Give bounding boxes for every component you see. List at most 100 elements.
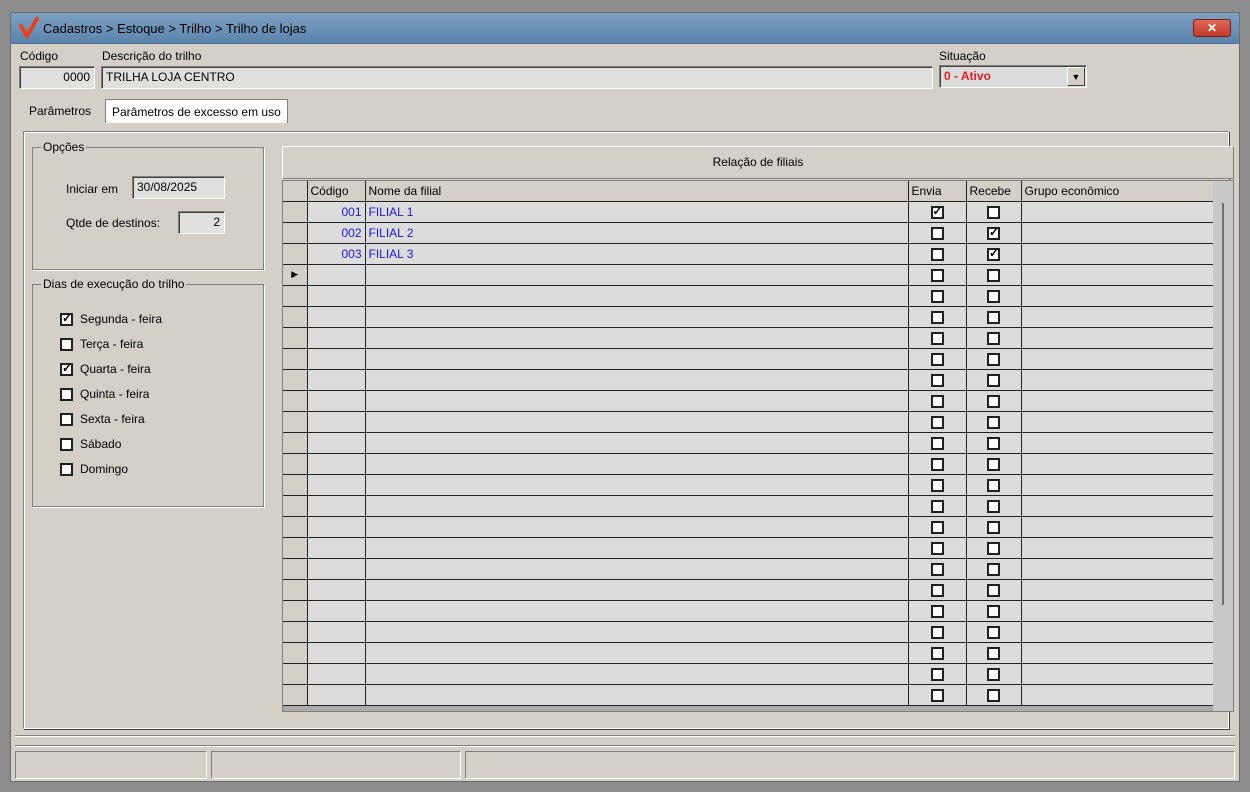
envia-checkbox[interactable] [930,625,944,639]
cell-grupo[interactable] [1021,558,1215,580]
cell-nome[interactable]: FILIAL 2 [365,222,909,244]
cell-codigo[interactable] [307,264,366,286]
table-row[interactable] [283,579,1215,601]
cell-codigo[interactable] [307,537,366,559]
envia-checkbox[interactable] [930,688,944,702]
table-row[interactable] [283,495,1215,517]
recebe-checkbox[interactable] [987,436,1000,450]
cell-nome[interactable] [365,663,909,685]
recebe-checkbox[interactable] [987,520,1000,534]
cell-nome[interactable] [365,264,909,286]
cell-nome[interactable] [365,348,909,370]
table-row[interactable]: 001 FILIAL 1 [283,201,1215,223]
cell-nome[interactable] [365,432,909,454]
table-row[interactable] [283,369,1215,391]
table-row[interactable]: 002 FILIAL 2 [283,222,1215,244]
cell-codigo[interactable] [307,390,366,412]
envia-checkbox[interactable] [930,604,944,618]
cell-nome[interactable] [365,579,909,601]
envia-checkbox[interactable] [930,226,944,240]
recebe-checkbox[interactable] [987,688,1000,702]
recebe-checkbox[interactable] [987,246,1000,261]
cell-nome[interactable] [365,390,909,412]
scrollbar-thumb[interactable] [1222,203,1224,605]
cell-nome[interactable] [365,558,909,580]
cell-nome[interactable] [365,600,909,622]
cell-nome[interactable] [365,621,909,643]
cell-codigo[interactable] [307,684,366,706]
checkbox-sabado[interactable] [60,438,73,452]
cell-grupo[interactable] [1021,348,1215,370]
row-indicator[interactable] [283,222,308,244]
cell-codigo[interactable] [307,663,366,685]
row-indicator[interactable]: ▶ [283,264,308,286]
row-indicator[interactable] [283,390,308,412]
recebe-checkbox[interactable] [987,310,1000,324]
recebe-checkbox[interactable] [987,289,1000,303]
cell-grupo[interactable] [1021,222,1215,244]
row-indicator[interactable] [283,600,308,622]
cell-nome[interactable]: FILIAL 1 [365,201,909,223]
day-terca[interactable]: Terça - feira [60,337,143,352]
row-indicator[interactable] [283,663,308,685]
table-row[interactable]: 003 FILIAL 3 [283,243,1215,265]
recebe-checkbox[interactable] [987,225,1000,240]
cell-grupo[interactable] [1021,411,1215,433]
day-sabado[interactable]: Sábado [60,437,121,452]
cell-codigo[interactable] [307,285,366,307]
recebe-checkbox[interactable] [987,562,1000,576]
envia-checkbox[interactable] [930,204,944,219]
recebe-checkbox[interactable] [987,541,1000,555]
envia-checkbox[interactable] [930,478,944,492]
row-indicator[interactable] [283,369,308,391]
row-indicator[interactable] [283,285,308,307]
envia-checkbox[interactable] [930,499,944,513]
recebe-checkbox[interactable] [987,352,1000,366]
recebe-checkbox[interactable] [987,205,1000,219]
cell-nome[interactable] [365,684,909,706]
table-row[interactable] [283,411,1215,433]
cell-grupo[interactable] [1021,264,1215,286]
cell-nome[interactable] [365,474,909,496]
cell-grupo[interactable] [1021,327,1215,349]
day-quinta[interactable]: Quinta - feira [60,387,149,402]
envia-checkbox[interactable] [930,562,944,576]
recebe-checkbox[interactable] [987,457,1000,471]
cell-nome[interactable] [365,327,909,349]
checkbox-domingo[interactable] [60,463,73,477]
checkbox-segunda[interactable] [60,311,73,327]
cell-codigo[interactable] [307,579,366,601]
envia-checkbox[interactable] [930,331,944,345]
recebe-checkbox[interactable] [987,625,1000,639]
tab-parametros[interactable]: Parâmetros [23,99,98,123]
envia-checkbox[interactable] [930,436,944,450]
grid-scrollbar[interactable] [1213,181,1233,711]
row-indicator[interactable] [283,684,308,706]
cell-codigo[interactable] [307,642,366,664]
recebe-checkbox[interactable] [987,373,1000,387]
checkbox-sexta[interactable] [60,413,73,427]
table-row[interactable] [283,453,1215,475]
envia-checkbox[interactable] [930,394,944,408]
table-row[interactable] [283,390,1215,412]
row-indicator[interactable] [283,537,308,559]
cell-codigo[interactable]: 002 [307,222,366,244]
row-indicator[interactable] [283,306,308,328]
cell-nome[interactable] [365,306,909,328]
row-indicator[interactable] [283,642,308,664]
cell-codigo[interactable] [307,348,366,370]
cell-codigo[interactable] [307,474,366,496]
recebe-checkbox[interactable] [987,667,1000,681]
row-indicator[interactable] [283,453,308,475]
envia-checkbox[interactable] [930,541,944,555]
row-indicator[interactable] [283,348,308,370]
row-indicator[interactable] [283,579,308,601]
table-row[interactable]: ▶ [283,264,1215,286]
cell-grupo[interactable] [1021,369,1215,391]
close-button[interactable]: ✕ [1193,19,1231,37]
cell-grupo[interactable] [1021,684,1215,706]
day-segunda[interactable]: Segunda - feira [60,311,162,327]
cell-nome[interactable] [365,495,909,517]
row-indicator[interactable] [283,558,308,580]
recebe-checkbox[interactable] [987,415,1000,429]
